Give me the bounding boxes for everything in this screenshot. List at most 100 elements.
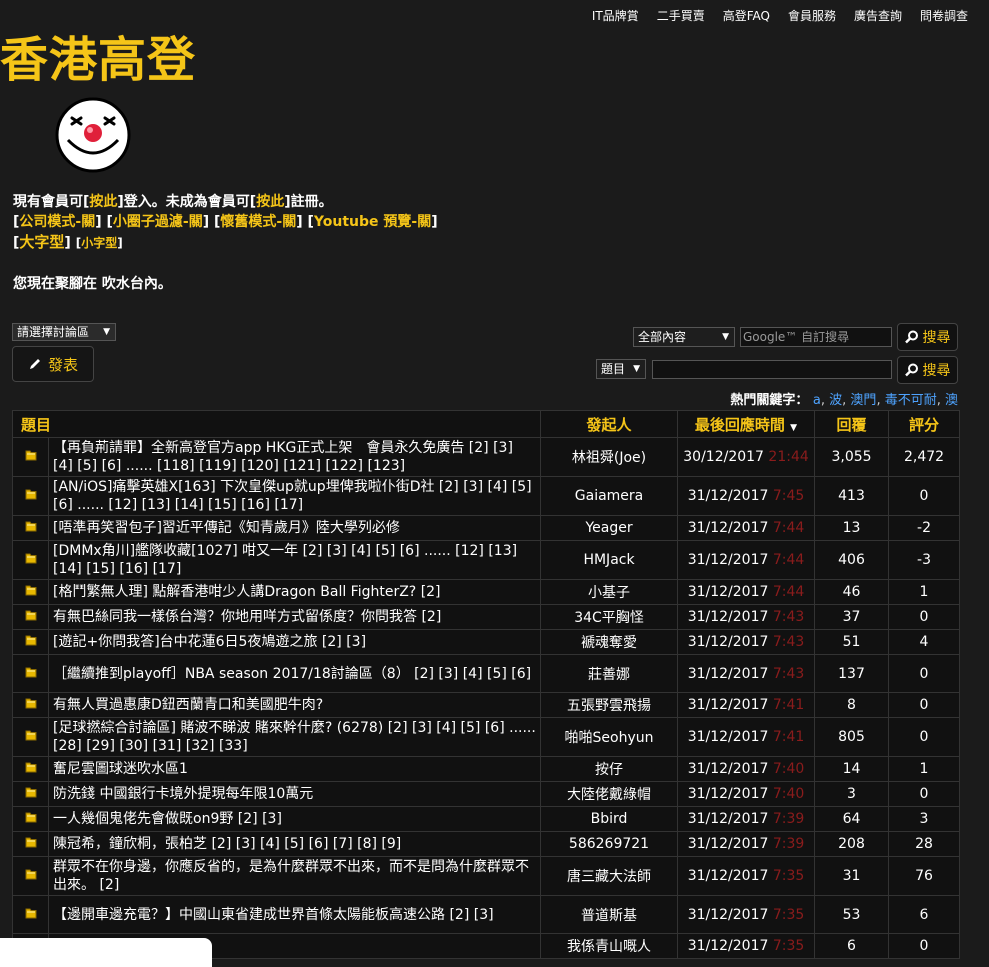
hot-keyword-link[interactable]: a [813,393,821,408]
thread-title[interactable]: 一人幾個鬼佬先會做既on9野 [2] [3] [47,806,542,832]
search-scope-select[interactable]: 全部內容 ▼ [633,327,735,347]
thread-author[interactable]: 褫魂奪愛 [540,629,679,655]
thread-last-reply: 31/12/2017 7:39 [677,806,816,832]
table-row[interactable]: 有無巴絲同我一樣係台灣？你地用咩方式留係度？你問我答 [2] 34C平胸怪 31/1… [12,604,961,630]
thread-title[interactable]: 有無人買過惠康D鈕西蘭青口和美國肥牛肉? [47,692,542,718]
thread-title[interactable]: [唔準再笑習包子]習近平傳記《知青歲月》陸大學列必修 [47,515,542,541]
thread-author[interactable]: 586269721 [540,831,679,857]
site-logo[interactable]: 香港高登 [0,36,196,84]
hot-keyword-link[interactable]: 波 [829,393,842,408]
table-row[interactable]: 防洗錢 中國銀行卡境外提現每年限10萬元 大陸佬戴綠帽 31/12/2017 7:4… [12,781,961,807]
thread-rating: -2 [888,515,961,541]
thread-author[interactable]: 我係青山嘅人 [540,933,679,959]
thread-title[interactable]: 防洗錢 中國銀行卡境外提現每年限10萬元 [47,781,542,807]
thread-title[interactable]: 群眾不在你身邊，你應反省的，是為什麼群眾不出來，而不是問為什麼群眾不出來。 [2… [47,856,542,896]
nav-item-survey[interactable]: 問卷調查 [920,7,968,24]
table-row[interactable]: 奮尼雲圖球迷吹水區1 按仔 31/12/2017 7:40 14 1 [12,756,961,782]
table-row[interactable]: 群眾不在你身邊，你應反省的，是為什麼群眾不出來，而不是問為什麼群眾不出來。 [2… [12,856,961,896]
company-mode-toggle[interactable]: 公司模式-關 [19,214,95,230]
login-link[interactable]: 按此 [89,194,117,210]
thread-title[interactable]: 【再負荊請罪】全新高登官方app HKG正式上架 會員永久免廣告 [2] [3]… [47,437,542,477]
nav-item-it-brand[interactable]: IT品牌賞 [592,7,639,24]
nav-item-faq[interactable]: 高登FAQ [723,7,770,24]
thread-author[interactable]: 普道斯基 [540,895,679,934]
thread-title[interactable]: 奮尼雲圖球迷吹水區1 [47,756,542,782]
thread-title[interactable]: ［繼續推到playoff］NBA season 2017/18討論區（8） [2… [47,654,542,693]
nav-item-secondhand[interactable]: 二手買賣 [657,7,705,24]
topic-search-button[interactable]: 搜尋 [897,356,958,384]
nav-item-member-service[interactable]: 會員服務 [788,7,836,24]
table-row[interactable]: [足球撚綜合討論區] 賭波不睇波 賭來幹什麼? (6278) [2] [3] [… [12,717,961,757]
large-font-toggle[interactable]: 大字型 [19,233,64,251]
table-row[interactable]: 【再負荊請罪】全新高登官方app HKG正式上架 會員永久免廣告 [2] [3]… [12,437,961,477]
thread-title[interactable]: [AN/iOS]痛擊英雄X[163] 下次皇傑up就up埋俾我啦仆街D社 [2]… [47,476,542,516]
thread-author[interactable]: 唐三藏大法師 [540,856,679,896]
topic-search-input[interactable] [652,360,892,379]
thread-title[interactable]: [格鬥繁無人理] 點解香港咁少人講Dragon Ball FighterZ? [… [47,579,542,605]
thread-author[interactable]: 按仔 [540,756,679,782]
pencil-icon [29,359,40,369]
thread-rating: 4 [888,629,961,655]
table-row[interactable]: 【邊開車邊充電？】中國山東省建成世界首條太陽能板高速公路 [2] [3] 普道斯基… [12,895,961,934]
youtube-preview-toggle[interactable]: Youtube 預覽-關 [314,214,431,230]
hot-keyword-link[interactable]: 澳門 [850,393,876,408]
table-row[interactable]: [遊記+你問我答]台中花蓮6日5夜鳩遊之旅 [2] [3] 褫魂奪愛 31/12/2… [12,629,961,655]
retro-mode-toggle[interactable]: 懷舊模式-關 [220,214,296,230]
small-font-toggle[interactable]: 小字型 [81,236,117,250]
top-navigation: IT品牌賞 二手買賣 高登FAQ 會員服務 廣告查詢 問卷調查 [592,7,968,24]
thread-title[interactable]: [足球撚綜合討論區] 賭波不睇波 賭來幹什麼? (6278) [2] [3] [… [47,717,542,757]
thread-author[interactable]: 大陸佬戴綠帽 [540,781,679,807]
last-reply-time: 7:44 [772,520,805,536]
nav-item-ad-inquiry[interactable]: 廣告查詢 [854,7,902,24]
last-reply-time: 7:45 [772,488,805,504]
thread-icon-cell [12,756,49,782]
thread-replies: 6 [814,933,890,959]
register-link[interactable]: 按此 [256,194,284,210]
thread-author[interactable]: 林祖舜(Joe) [540,437,679,477]
thread-last-reply: 31/12/2017 7:39 [677,831,816,857]
forum-select[interactable]: 請選擇討論區 ▼ [12,323,116,341]
thread-author[interactable]: 34C平胸怪 [540,604,679,630]
hot-keyword-link[interactable]: 澳 [945,393,958,408]
thread-author[interactable]: 小基子 [540,579,679,605]
folder-icon [25,489,36,500]
thread-rating: 1 [888,756,961,782]
table-row[interactable]: 一人幾個鬼佬先會做既on9野 [2] [3] Bbird 31/12/2017 7:… [12,806,961,832]
topic-search-button-label: 搜尋 [922,363,951,379]
thread-title[interactable]: 陳冠希，鐘欣桐，張柏芝 [2] [3] [4] [5] [6] [7] [8] … [47,831,542,857]
table-row[interactable]: [唔準再笑習包子]習近平傳記《知青歲月》陸大學列必修 Yeager 31/12/20… [12,515,961,541]
thread-author[interactable]: HMJack [540,540,679,580]
thread-last-reply: 31/12/2017 7:44 [677,540,816,580]
thread-replies: 13 [814,515,890,541]
thread-author[interactable]: 啪啪Seohyun [540,717,679,757]
last-reply-date: 31/12/2017 [687,868,769,884]
last-reply-date: 31/12/2017 [687,552,769,568]
thread-author[interactable]: Gaiamera [540,476,679,516]
thread-author[interactable]: 五張野雲飛揚 [540,692,679,718]
thread-title[interactable]: [DMMx角川]艦隊收藏[1027] 咁又一年 [2] [3] [4] [5] … [47,540,542,580]
topic-field-select[interactable]: 題目 ▼ [596,359,646,379]
folder-icon [25,698,36,709]
header-last-reply[interactable]: 最後回應時間 ▼ [677,410,816,438]
filter-mode-toggle[interactable]: 小圈子過濾-關 [113,214,203,230]
table-row[interactable]: [AN/iOS]痛擊英雄X[163] 下次皇傑up就up埋俾我啦仆街D社 [2]… [12,476,961,516]
google-search-button[interactable]: 搜尋 [897,323,958,351]
thread-author[interactable]: 莊善娜 [540,654,679,693]
table-row[interactable]: [格鬥繁無人理] 點解香港咁少人講Dragon Ball FighterZ? [… [12,579,961,605]
post-button[interactable]: 發表 [12,346,94,382]
header-rating: 評分 [888,410,961,438]
hot-keyword-link[interactable]: 毒不可耐 [885,393,937,408]
table-row[interactable]: ［繼續推到playoff］NBA season 2017/18討論區（8） [2… [12,654,961,693]
google-search-input[interactable]: Google™ 自訂搜尋 [740,327,892,347]
thread-rating: 0 [888,654,961,693]
table-row[interactable]: 陳冠希，鐘欣桐，張柏芝 [2] [3] [4] [5] [6] [7] [8] … [12,831,961,857]
table-row[interactable]: 有無人買過惠康D鈕西蘭青口和美國肥牛肉? 五張野雲飛揚 31/12/2017 7:4… [12,692,961,718]
thread-title[interactable]: 【邊開車邊充電？】中國山東省建成世界首條太陽能板高速公路 [2] [3] [47,895,542,934]
thread-author[interactable]: Bbird [540,806,679,832]
thread-title[interactable]: [遊記+你問我答]台中花蓮6日5夜鳩遊之旅 [2] [3] [47,629,542,655]
table-row[interactable]: [DMMx角川]艦隊收藏[1027] 咁又一年 [2] [3] [4] [5] … [12,540,961,580]
thread-title[interactable]: 有無巴絲同我一樣係台灣？你地用咩方式留係度？你問我答 [2] [47,604,542,630]
thread-rating: 0 [888,476,961,516]
thread-table-header: 題目 發起人 最後回應時間 ▼ 回覆 評分 [11,410,961,438]
thread-author[interactable]: Yeager [540,515,679,541]
